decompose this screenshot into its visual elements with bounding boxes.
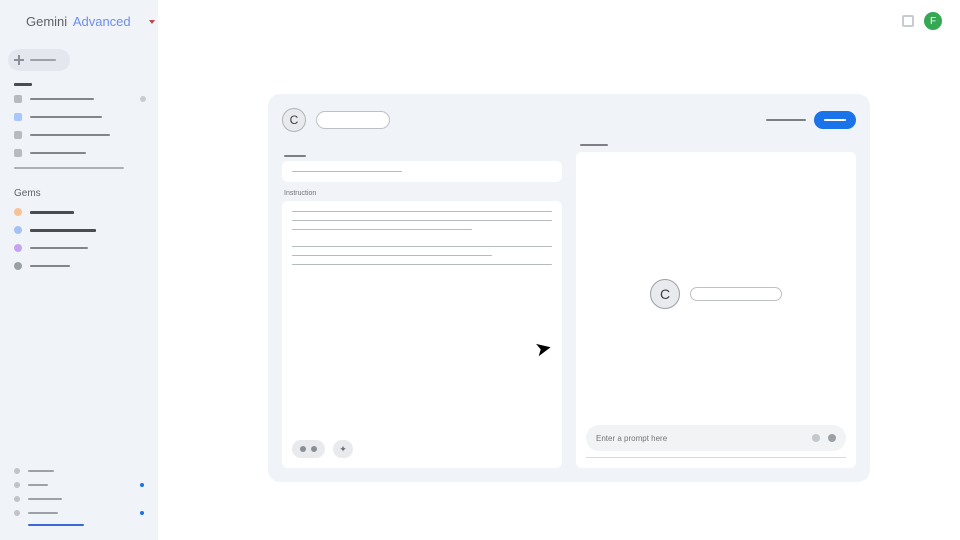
gem-item-2[interactable] xyxy=(0,239,158,257)
gem-color-icon xyxy=(14,262,22,270)
chat-title xyxy=(30,152,86,154)
plus-icon xyxy=(14,55,24,65)
recent-item-1[interactable] xyxy=(0,108,158,126)
show-more-item[interactable] xyxy=(0,162,158,174)
name-input[interactable] xyxy=(282,161,562,182)
gem-color-icon xyxy=(14,208,22,216)
avatar[interactable]: F xyxy=(924,12,942,30)
name-field-label xyxy=(284,155,306,157)
instruction-label: Instruction xyxy=(284,190,562,197)
magic-wand-button[interactable]: ✦ xyxy=(333,440,353,458)
more-icon[interactable] xyxy=(140,96,146,102)
mic-icon[interactable] xyxy=(828,434,836,442)
bottom-label xyxy=(28,498,62,500)
new-chat-label xyxy=(30,59,56,61)
gem-label xyxy=(30,229,96,232)
bottom-label xyxy=(28,484,48,486)
gems-heading: Gems xyxy=(0,188,158,199)
attach-icon[interactable] xyxy=(812,434,820,442)
recent-item-0[interactable] xyxy=(0,90,158,108)
bottom-item-0[interactable] xyxy=(0,464,158,478)
header-secondary-label xyxy=(766,119,806,121)
apps-icon[interactable] xyxy=(902,15,914,27)
preview-gem-icon: C xyxy=(650,279,680,309)
brand[interactable]: Gemini Advanced xyxy=(26,14,131,29)
prompt-input[interactable] xyxy=(596,434,804,443)
gem-item-0[interactable] xyxy=(0,203,158,221)
bottom-icon xyxy=(14,468,20,474)
gem-color-icon xyxy=(14,226,22,234)
new-chat-button[interactable] xyxy=(8,49,70,71)
sidebar: Gemini Advanced Gems xyxy=(0,0,158,540)
preview-greeting xyxy=(690,287,782,301)
gem-label xyxy=(30,247,88,249)
chevron-down-icon[interactable] xyxy=(149,20,155,24)
bottom-icon xyxy=(14,482,20,488)
notification-dot xyxy=(140,483,144,487)
bottom-label xyxy=(28,470,54,472)
chat-icon xyxy=(14,149,22,157)
gem-label xyxy=(30,211,74,214)
notification-dot xyxy=(140,511,144,515)
recent-item-2[interactable] xyxy=(0,126,158,144)
chat-title xyxy=(30,134,110,136)
show-more-label xyxy=(14,167,124,169)
recent-item-3[interactable] xyxy=(0,144,158,162)
recent-label xyxy=(0,83,158,86)
bottom-link[interactable] xyxy=(0,520,158,530)
prompt-bar[interactable] xyxy=(586,425,846,451)
gem-label xyxy=(30,265,70,267)
attachment-button[interactable] xyxy=(292,440,325,458)
preview-panel: C xyxy=(576,152,856,468)
chat-title xyxy=(30,98,94,100)
bottom-link-label xyxy=(28,524,84,526)
gem-name-pill[interactable] xyxy=(316,111,390,129)
main: F C . Instruction xyxy=(158,0,960,540)
brand-tier: Advanced xyxy=(73,14,131,29)
disclaimer-line xyxy=(586,457,846,458)
bottom-label xyxy=(28,512,58,514)
gem-color-icon xyxy=(14,244,22,252)
chat-title xyxy=(30,116,102,118)
brand-name: Gemini xyxy=(26,14,67,29)
preview-label xyxy=(580,144,608,146)
chat-icon xyxy=(14,131,22,139)
sidebar-bottom xyxy=(0,464,158,530)
bottom-icon xyxy=(14,496,20,502)
chat-icon xyxy=(14,113,22,121)
gem-item-3[interactable] xyxy=(0,257,158,275)
chat-icon xyxy=(14,95,22,103)
save-button[interactable] xyxy=(814,111,856,129)
gem-icon[interactable]: C xyxy=(282,108,306,132)
bottom-icon xyxy=(14,510,20,516)
bottom-item-1[interactable] xyxy=(0,478,158,492)
gem-item-1[interactable] xyxy=(0,221,158,239)
gem-editor-card: C . Instruction xyxy=(268,94,870,482)
bottom-item-3[interactable] xyxy=(0,506,158,520)
bottom-item-2[interactable] xyxy=(0,492,158,506)
instruction-input[interactable]: ✦ xyxy=(282,201,562,468)
